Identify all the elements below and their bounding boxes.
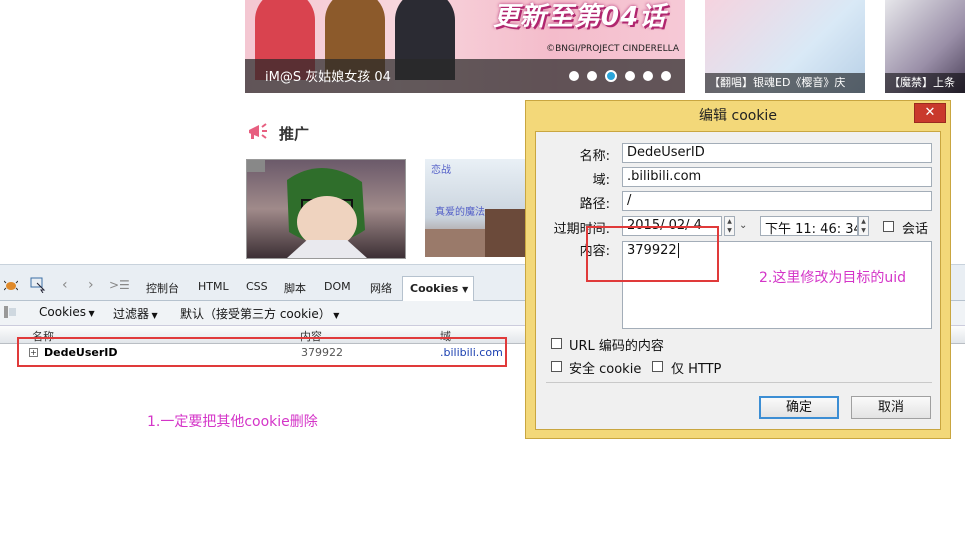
chevron-down-icon: ▼ xyxy=(330,311,340,320)
thumbnail-caption[interactable]: 【魔禁】上条 xyxy=(885,73,965,93)
date-spinner[interactable]: ▲ ▼ xyxy=(724,216,735,236)
megaphone-icon xyxy=(247,122,269,142)
default-policy-menu[interactable]: 默认（接受第三方 cookie） ▼ xyxy=(180,305,339,322)
carousel-dot[interactable] xyxy=(625,71,635,81)
url-encoded-checkbox[interactable] xyxy=(551,338,562,349)
banner-title-art: 更新至第04话 xyxy=(493,2,667,32)
promo-thumbnail[interactable] xyxy=(246,159,406,259)
tab-script[interactable]: 脚本 xyxy=(284,280,306,296)
chevron-down-icon: ▼ xyxy=(149,311,158,320)
divider xyxy=(546,382,932,383)
filter-menu-label: 过滤器 xyxy=(113,307,150,321)
url-encoded-label: URL 编码的内容 xyxy=(569,339,664,354)
cancel-button[interactable]: 取消 xyxy=(851,396,931,419)
tab-dom[interactable]: DOM xyxy=(324,280,351,293)
cookies-menu-label: Cookies xyxy=(39,305,86,319)
name-field[interactable]: DedeUserID xyxy=(622,143,932,163)
close-button[interactable]: ✕ xyxy=(914,103,946,123)
tab-css[interactable]: CSS xyxy=(246,280,268,293)
tab-console[interactable]: 控制台 xyxy=(146,280,179,296)
secure-checkbox[interactable] xyxy=(551,361,562,372)
tab-cookies-label: Cookies xyxy=(410,282,459,295)
dialog-title: 编辑 cookie xyxy=(699,108,777,124)
banner-caption[interactable]: iM@S 灰姑娘女孩 04 xyxy=(265,66,391,85)
carousel-dot[interactable] xyxy=(587,71,597,81)
calendar-dropdown-icon[interactable]: ⌄ xyxy=(739,220,747,231)
highlight-box xyxy=(17,337,507,367)
banner-copyright: ©BNGI/PROJECT CINDERELLA xyxy=(546,44,679,54)
annotation-step1: 1.一定要把其他cookie删除 xyxy=(147,414,318,430)
http-only-checkbox[interactable] xyxy=(652,361,663,372)
tab-cookies[interactable]: Cookies ▼ xyxy=(402,276,474,301)
path-label: 路径: xyxy=(579,197,610,212)
name-label: 名称: xyxy=(579,149,610,164)
panel-toggle-icon[interactable] xyxy=(4,306,16,321)
session-label: 会话 xyxy=(902,222,929,237)
session-checkbox[interactable] xyxy=(883,221,894,232)
ok-button[interactable]: 确定 xyxy=(759,396,839,419)
banner-carousel[interactable]: 更新至第04话 ©BNGI/PROJECT CINDERELLA iM@S 灰姑… xyxy=(245,0,685,93)
default-policy-label: 默认（接受第三方 cookie） xyxy=(180,307,331,321)
carousel-dot[interactable] xyxy=(661,71,671,81)
path-field[interactable]: / xyxy=(622,191,932,211)
filter-menu[interactable]: 过滤器 ▼ xyxy=(113,305,158,322)
expires-time-field[interactable]: 下午 11: 46: 34 xyxy=(760,216,858,236)
svg-text:恋战: 恋战 xyxy=(431,163,451,176)
cookies-menu[interactable]: Cookies ▼ xyxy=(39,305,95,319)
chevron-down-icon: ▼ xyxy=(462,285,469,294)
tab-network[interactable]: 网络 xyxy=(370,280,392,296)
carousel-dot[interactable] xyxy=(605,70,617,82)
inspect-icon[interactable] xyxy=(30,277,46,296)
time-spinner[interactable]: ▲ ▼ xyxy=(858,216,869,236)
thumbnail-caption[interactable]: 【翻唱】银魂ED《樱音》庆 xyxy=(705,73,865,93)
carousel-dot[interactable] xyxy=(569,71,579,81)
domain-label: 域: xyxy=(592,173,610,188)
forward-icon[interactable]: › xyxy=(88,277,94,293)
domain-field[interactable]: .bilibili.com xyxy=(622,167,932,187)
promo-section-title: 推广 xyxy=(279,125,310,143)
carousel-dots xyxy=(569,70,671,82)
promo-thumbnail[interactable]: 恋战 真爱的魔法 xyxy=(425,159,525,257)
highlight-box xyxy=(586,226,719,282)
video-thumbnail[interactable]: 【翻唱】银魂ED《樱音》庆 xyxy=(705,0,865,93)
svg-text:真爱的魔法: 真爱的魔法 xyxy=(435,205,485,218)
firebug-bug-icon[interactable] xyxy=(3,279,19,294)
chevron-down-icon: ▼ xyxy=(85,309,95,318)
video-thumbnail[interactable]: 【魔禁】上条 xyxy=(885,0,965,93)
secure-label: 安全 cookie xyxy=(569,362,642,377)
carousel-dot[interactable] xyxy=(643,71,653,81)
command-line-icon[interactable]: >☰ xyxy=(109,278,130,292)
tab-html[interactable]: HTML xyxy=(198,280,229,293)
annotation-step2: 2.这里修改为目标的uid xyxy=(759,270,907,286)
http-only-label: 仅 HTTP xyxy=(671,362,722,377)
back-icon[interactable]: ‹ xyxy=(62,277,68,293)
close-icon: ✕ xyxy=(924,105,936,120)
